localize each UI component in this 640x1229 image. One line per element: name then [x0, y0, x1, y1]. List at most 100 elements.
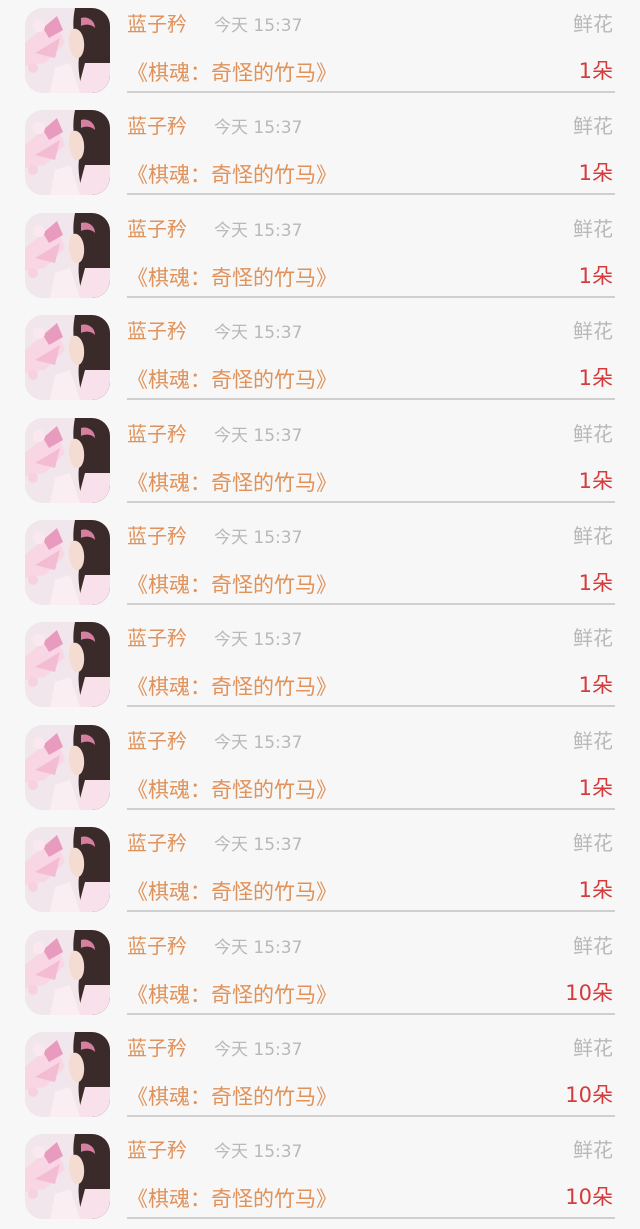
book-title-link[interactable]: 《棋魂：奇怪的竹马》	[127, 570, 337, 600]
avatar-photo-icon	[25, 8, 110, 93]
row-divider	[127, 807, 615, 810]
record-time: 今天 15:37	[214, 1142, 303, 1163]
avatar-photo-icon	[25, 622, 110, 708]
row-divider	[127, 602, 615, 605]
book-title-link[interactable]: 《棋魂：奇怪的竹马》	[127, 263, 337, 293]
avatar-photo-icon	[25, 519, 110, 605]
gift-type: 鲜花	[573, 1035, 613, 1060]
gift-type: 鲜花	[573, 933, 613, 958]
user-name[interactable]: 蓝子矜	[127, 1136, 187, 1164]
book-title-link[interactable]: 《棋魂：奇怪的竹马》	[127, 877, 337, 907]
record-time: 今天 15:37	[214, 1039, 303, 1060]
avatar-photo-icon	[25, 827, 110, 913]
record-time: 今天 15:37	[214, 630, 303, 651]
row-divider	[127, 1012, 615, 1015]
gift-record-row[interactable]: 蓝子矜 今天 15:37 鲜花 《棋魂：奇怪的竹马》 1朵	[0, 819, 640, 921]
user-name[interactable]: 蓝子矜	[127, 420, 187, 448]
gift-type: 鲜花	[573, 114, 613, 139]
gift-record-row[interactable]: 蓝子矜 今天 15:37 鲜花 《棋魂：奇怪的竹马》 10朵	[0, 922, 640, 1024]
user-avatar[interactable]	[25, 929, 110, 1015]
gift-count: 10朵	[565, 1082, 613, 1107]
avatar-photo-icon	[25, 724, 110, 810]
record-time: 今天 15:37	[214, 527, 303, 548]
gift-count: 10朵	[565, 1185, 613, 1210]
gift-type: 鲜花	[573, 831, 613, 856]
record-time: 今天 15:37	[214, 323, 303, 344]
gift-record-row[interactable]: 蓝子矜 今天 15:37 鲜花 《棋魂：奇怪的竹马》 10朵	[0, 1024, 640, 1126]
avatar-photo-icon	[25, 417, 110, 503]
avatar-photo-icon	[25, 929, 110, 1015]
gift-record-row[interactable]: 蓝子矜 今天 15:37 鲜花 《棋魂：奇怪的竹马》 1朵	[0, 102, 640, 204]
book-title-link[interactable]: 《棋魂：奇怪的竹马》	[127, 672, 337, 702]
user-avatar[interactable]	[25, 1134, 110, 1220]
avatar-photo-icon	[25, 315, 110, 401]
gift-record-row[interactable]: 蓝子矜 今天 15:37 鲜花 《棋魂：奇怪的竹马》 1朵	[0, 307, 640, 409]
book-title-link[interactable]: 《棋魂：奇怪的竹马》	[127, 775, 337, 805]
gift-count: 1朵	[578, 161, 613, 186]
user-name[interactable]: 蓝子矜	[127, 215, 187, 243]
gift-count: 1朵	[578, 570, 613, 595]
user-avatar[interactable]	[25, 8, 110, 93]
gift-count: 1朵	[578, 775, 613, 800]
user-avatar[interactable]	[25, 212, 110, 298]
book-title-link[interactable]: 《棋魂：奇怪的竹马》	[127, 468, 337, 498]
user-name[interactable]: 蓝子矜	[127, 932, 187, 960]
gift-record-row[interactable]: 蓝子矜 今天 15:37 鲜花 《棋魂：奇怪的竹马》 10朵	[0, 1126, 640, 1228]
user-name[interactable]: 蓝子矜	[127, 10, 187, 38]
user-avatar[interactable]	[25, 417, 110, 503]
user-name[interactable]: 蓝子矜	[127, 1034, 187, 1062]
row-divider	[127, 91, 615, 93]
gift-count: 1朵	[578, 366, 613, 391]
gift-count: 10朵	[565, 980, 613, 1005]
user-name[interactable]: 蓝子矜	[127, 727, 187, 755]
user-avatar[interactable]	[25, 1031, 110, 1117]
gift-count: 1朵	[578, 263, 613, 288]
gift-type: 鲜花	[573, 421, 613, 446]
gift-record-row[interactable]: 蓝子矜 今天 15:37 鲜花 《棋魂：奇怪的竹马》 1朵	[0, 410, 640, 512]
row-divider	[127, 295, 615, 298]
avatar-photo-icon	[25, 212, 110, 298]
user-avatar[interactable]	[25, 315, 110, 401]
gift-type: 鲜花	[573, 216, 613, 241]
row-divider	[127, 1114, 615, 1117]
book-title-link[interactable]: 《棋魂：奇怪的竹马》	[127, 58, 337, 88]
user-avatar[interactable]	[25, 110, 110, 196]
user-avatar[interactable]	[25, 827, 110, 913]
user-name[interactable]: 蓝子矜	[127, 522, 187, 550]
gift-record-row[interactable]: 蓝子矜 今天 15:37 鲜花 《棋魂：奇怪的竹马》 1朵	[0, 0, 640, 102]
gift-record-row[interactable]: 蓝子矜 今天 15:37 鲜花 《棋魂：奇怪的竹马》 1朵	[0, 205, 640, 307]
user-name[interactable]: 蓝子矜	[127, 829, 187, 857]
gift-count: 1朵	[578, 468, 613, 493]
gift-record-row[interactable]: 蓝子矜 今天 15:37 鲜花 《棋魂：奇怪的竹马》 1朵	[0, 717, 640, 819]
gift-record-row[interactable]: 蓝子矜 今天 15:37 鲜花 《棋魂：奇怪的竹马》 1朵	[0, 512, 640, 614]
book-title-link[interactable]: 《棋魂：奇怪的竹马》	[127, 1082, 337, 1112]
record-time: 今天 15:37	[214, 16, 303, 36]
row-divider	[127, 1217, 615, 1220]
gift-type: 鲜花	[573, 1138, 613, 1163]
book-title-link[interactable]: 《棋魂：奇怪的竹马》	[127, 160, 337, 190]
book-title-link[interactable]: 《棋魂：奇怪的竹马》	[127, 980, 337, 1010]
gift-count: 1朵	[578, 673, 613, 698]
row-divider	[127, 705, 615, 708]
avatar-photo-icon	[25, 1134, 110, 1220]
book-title-link[interactable]: 《棋魂：奇怪的竹马》	[127, 365, 337, 395]
row-divider	[127, 500, 615, 503]
record-time: 今天 15:37	[214, 425, 303, 446]
gift-count: 1朵	[578, 59, 613, 83]
row-divider	[127, 193, 615, 196]
user-name[interactable]: 蓝子矜	[127, 317, 187, 345]
gift-record-row[interactable]: 蓝子矜 今天 15:37 鲜花 《棋魂：奇怪的竹马》 1朵	[0, 614, 640, 716]
gift-type: 鲜花	[573, 728, 613, 753]
user-name[interactable]: 蓝子矜	[127, 624, 187, 652]
gift-count: 1朵	[578, 878, 613, 903]
user-name[interactable]: 蓝子矜	[127, 112, 187, 140]
row-divider	[127, 398, 615, 401]
avatar-photo-icon	[25, 110, 110, 196]
user-avatar[interactable]	[25, 724, 110, 810]
gift-type: 鲜花	[573, 523, 613, 548]
book-title-link[interactable]: 《棋魂：奇怪的竹马》	[127, 1184, 337, 1214]
user-avatar[interactable]	[25, 622, 110, 708]
record-time: 今天 15:37	[214, 835, 303, 856]
user-avatar[interactable]	[25, 519, 110, 605]
gift-record-list: 蓝子矜 今天 15:37 鲜花 《棋魂：奇怪的竹马》 1朵 蓝子矜 今天 15:…	[0, 0, 640, 1229]
